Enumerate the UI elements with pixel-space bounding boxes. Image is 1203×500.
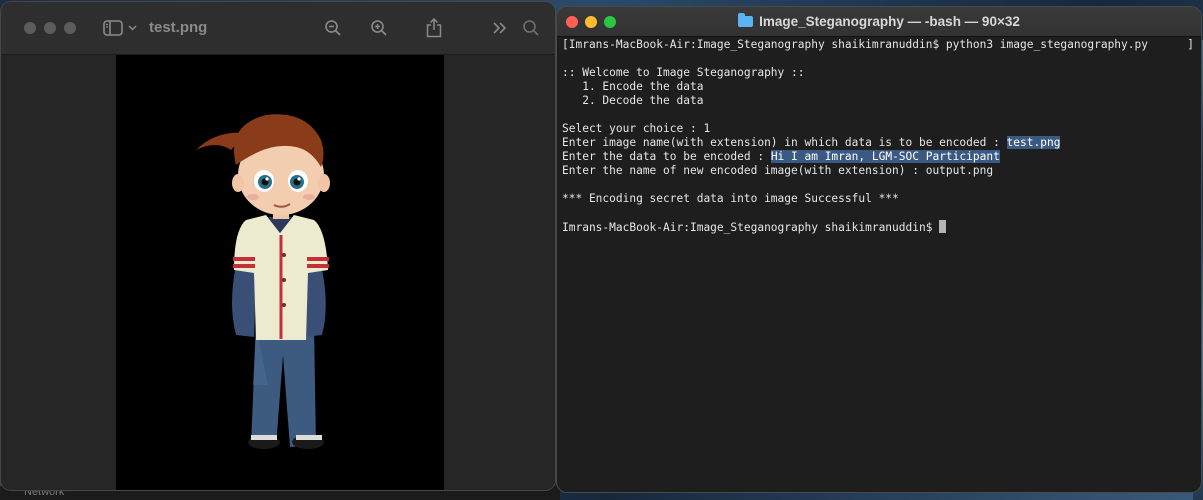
zoom-out-icon[interactable] <box>322 16 344 40</box>
terminal-line: Imrans-MacBook-Air:Image_Steganography s… <box>562 220 1197 234</box>
chevron-down-icon[interactable] <box>126 16 138 40</box>
folder-icon <box>738 13 754 27</box>
sidebar-icon[interactable] <box>102 16 124 40</box>
cartoon-boy-image <box>116 55 444 490</box>
terminal-line: 2. Decode the data <box>562 94 704 107</box>
terminal-window: Image_Steganography — -bash — 90×32 [Imr… <box>557 7 1201 492</box>
search-icon[interactable] <box>520 16 542 40</box>
terminal-line: Enter image name(with extension) in whic… <box>562 136 1197 150</box>
selected-text[interactable]: test.png <box>1006 136 1061 149</box>
terminal-title: Image_Steganography — -bash — 90×32 <box>557 13 1201 29</box>
text-cursor <box>939 220 947 233</box>
preview-toolbar: test.png <box>1 2 555 55</box>
terminal-line: [Imrans-MacBook-Air:Image_Steganography … <box>562 38 1197 52</box>
shell-prompt: Imrans-MacBook-Air:Image_Steganography s… <box>562 221 940 234</box>
minimize-button[interactable] <box>44 22 56 34</box>
more-chevrons-icon[interactable] <box>489 16 511 40</box>
prompt-text: Enter image name(with extension) in whic… <box>562 136 1007 149</box>
command-line: [Imrans-MacBook-Air:Image_Steganography … <box>562 38 1148 51</box>
preview-content-area <box>1 55 555 490</box>
terminal-line: Select your choice : 1 <box>562 122 711 135</box>
line-tail: ] <box>1187 38 1194 51</box>
terminal-titlebar: Image_Steganography — -bash — 90×32 <box>557 7 1201 37</box>
terminal-line: Enter the name of new encoded image(with… <box>562 164 994 177</box>
close-button[interactable] <box>24 22 36 34</box>
prompt-text: Enter the data to be encoded : <box>562 150 771 163</box>
zoom-button[interactable] <box>64 22 76 34</box>
terminal-output[interactable]: [Imrans-MacBook-Air:Image_Steganography … <box>562 38 1197 234</box>
share-icon[interactable] <box>423 16 445 40</box>
selected-text[interactable]: Hi I am Imran, LGM-SOC Participant <box>770 150 1000 163</box>
zoom-in-icon[interactable] <box>368 16 390 40</box>
terminal-title-text: Image_Steganography — -bash — 90×32 <box>759 14 1020 29</box>
terminal-line: Enter the data to be encoded : Hi I am I… <box>562 150 1197 164</box>
terminal-line: 1. Encode the data <box>562 80 704 93</box>
terminal-line: *** Encoding secret data into image Succ… <box>562 192 899 205</box>
terminal-line: :: Welcome to Image Steganography :: <box>562 66 805 79</box>
preview-title: test.png <box>149 19 208 36</box>
preview-window: test.png <box>1 2 555 490</box>
